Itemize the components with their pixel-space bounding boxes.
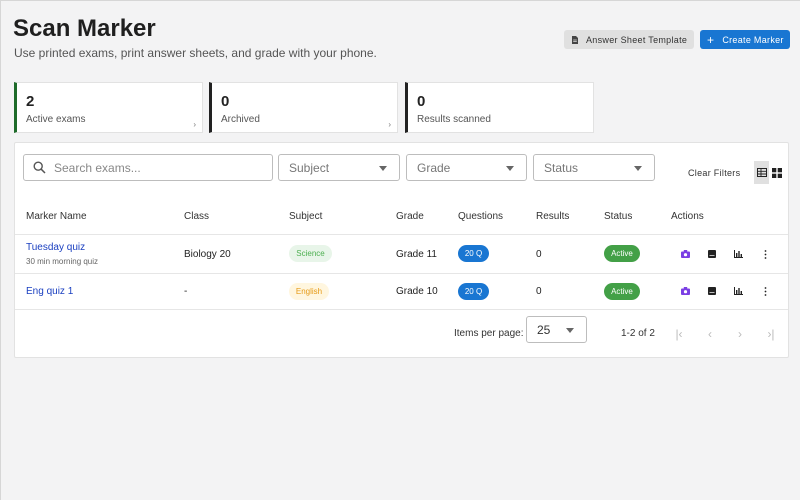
class-cell: Biology 20 bbox=[184, 249, 231, 260]
divider bbox=[15, 273, 788, 274]
document-icon bbox=[572, 35, 578, 44]
answer-sheet-template-button[interactable]: Answer Sheet Template bbox=[564, 30, 694, 49]
page-subtitle: Use printed exams, print answer sheets, … bbox=[14, 46, 377, 60]
column-header-status[interactable]: Status bbox=[604, 211, 632, 222]
previous-page-icon[interactable]: ‹ bbox=[703, 327, 717, 341]
pdf-icon[interactable] bbox=[707, 286, 717, 296]
exams-table-card: Subject Grade Status Clear Filters Marke… bbox=[14, 142, 789, 358]
subject-filter-label: Subject bbox=[289, 160, 330, 175]
stat-value: 2 bbox=[26, 93, 35, 110]
page-title: Scan Marker bbox=[13, 15, 156, 42]
stat-label: Archived bbox=[221, 114, 260, 125]
first-page-icon[interactable]: |‹ bbox=[672, 327, 686, 341]
stat-label: Results scanned bbox=[417, 114, 491, 125]
grid-view-icon[interactable] bbox=[769, 161, 784, 184]
items-per-page-select[interactable]: 25 bbox=[526, 316, 587, 343]
dropdown-arrow-icon bbox=[506, 166, 514, 171]
column-header-questions[interactable]: Questions bbox=[458, 211, 503, 222]
table-view-icon[interactable] bbox=[754, 161, 769, 184]
status-chip: Active bbox=[604, 245, 640, 262]
column-header-results[interactable]: Results bbox=[536, 211, 569, 222]
subject-chip: Science bbox=[289, 245, 332, 262]
pagination-range: 1-2 of 2 bbox=[621, 328, 655, 339]
status-filter-label: Status bbox=[544, 160, 579, 175]
stat-card-results-scanned: 0 Results scanned bbox=[405, 82, 594, 133]
chevron-right-icon: › bbox=[388, 120, 391, 129]
grade-cell: Grade 10 bbox=[396, 286, 438, 297]
column-header-class[interactable]: Class bbox=[184, 211, 209, 222]
last-page-icon[interactable]: ›| bbox=[764, 327, 778, 341]
dropdown-arrow-icon bbox=[379, 166, 387, 171]
stat-label: Active exams bbox=[26, 114, 86, 125]
items-per-page-label: Items per page: bbox=[454, 328, 524, 339]
stat-value: 0 bbox=[417, 93, 426, 110]
stat-card-archived[interactable]: 0 Archived › bbox=[209, 82, 398, 133]
view-toggle bbox=[754, 161, 784, 184]
next-page-icon[interactable]: › bbox=[733, 327, 747, 341]
bar-chart-icon[interactable] bbox=[733, 249, 743, 259]
results-cell: 0 bbox=[536, 286, 542, 297]
more-vertical-icon[interactable] bbox=[760, 286, 770, 296]
divider bbox=[15, 234, 788, 235]
subject-chip: English bbox=[289, 283, 329, 300]
items-per-page-value: 25 bbox=[537, 322, 551, 337]
grade-cell: Grade 11 bbox=[396, 249, 437, 260]
dropdown-arrow-icon bbox=[566, 328, 574, 333]
questions-chip: 20 Q bbox=[458, 283, 489, 300]
class-cell: - bbox=[184, 286, 188, 297]
stat-card-active-exams[interactable]: 2 Active exams › bbox=[14, 82, 203, 133]
camera-icon[interactable] bbox=[680, 286, 690, 296]
clear-filters-button[interactable]: Clear Filters bbox=[688, 168, 740, 178]
column-header-marker-name[interactable]: Marker Name bbox=[26, 211, 87, 222]
plus-icon: + bbox=[707, 32, 715, 47]
create-marker-button[interactable]: + Create Marker bbox=[700, 30, 790, 49]
search-icon bbox=[33, 161, 46, 174]
chevron-right-icon: › bbox=[193, 120, 196, 129]
results-cell: 0 bbox=[536, 249, 542, 260]
marker-name-link[interactable]: Tuesday quiz bbox=[26, 242, 85, 253]
column-header-grade[interactable]: Grade bbox=[396, 211, 424, 222]
subject-filter-select[interactable]: Subject bbox=[278, 154, 400, 181]
column-header-subject[interactable]: Subject bbox=[289, 211, 322, 222]
pdf-icon[interactable] bbox=[707, 249, 717, 259]
grade-filter-select[interactable]: Grade bbox=[406, 154, 527, 181]
status-chip: Active bbox=[604, 283, 640, 300]
divider bbox=[15, 309, 788, 310]
stat-value: 0 bbox=[221, 93, 230, 110]
questions-chip: 20 Q bbox=[458, 245, 489, 262]
bar-chart-icon[interactable] bbox=[733, 286, 743, 296]
marker-description: 30 min morning quiz bbox=[26, 257, 99, 266]
marker-name-link[interactable]: Eng quiz 1 bbox=[26, 286, 73, 297]
more-vertical-icon[interactable] bbox=[760, 249, 770, 259]
create-marker-label: Create Marker bbox=[722, 34, 784, 45]
column-header-actions: Actions bbox=[671, 211, 704, 222]
search-input[interactable] bbox=[54, 160, 254, 175]
answer-sheet-template-label: Answer Sheet Template bbox=[586, 34, 688, 45]
search-field[interactable] bbox=[23, 154, 273, 181]
camera-icon[interactable] bbox=[680, 249, 690, 259]
grade-filter-label: Grade bbox=[417, 160, 451, 175]
status-filter-select[interactable]: Status bbox=[533, 154, 655, 181]
dropdown-arrow-icon bbox=[634, 166, 642, 171]
